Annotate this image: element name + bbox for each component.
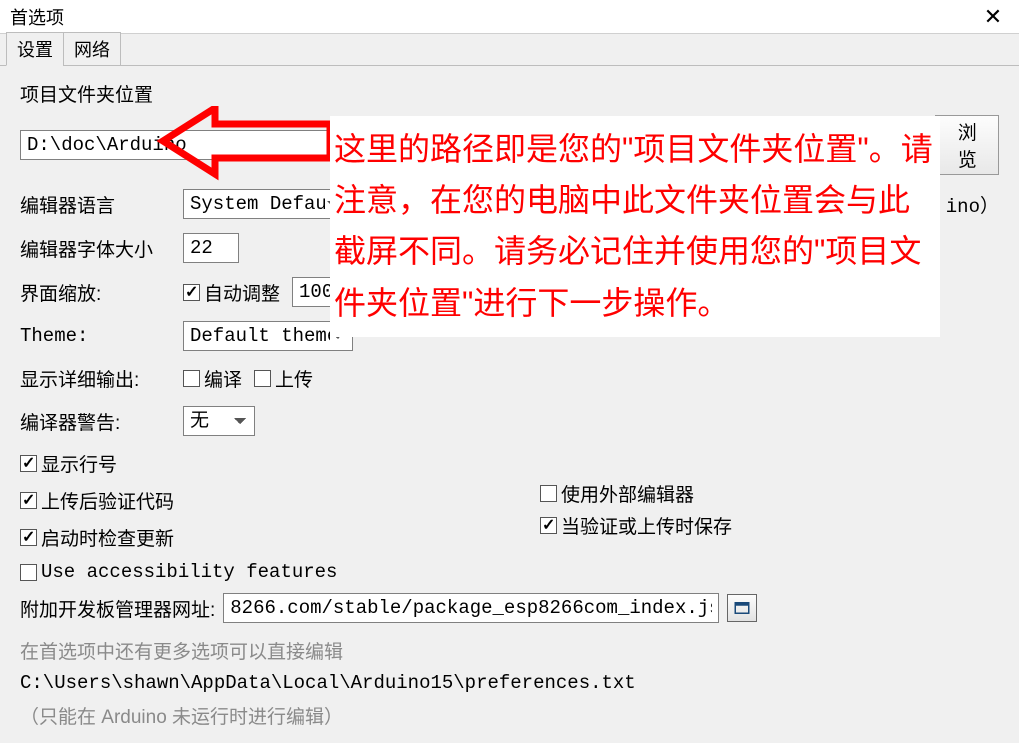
theme-row: Theme: Default theme — [20, 321, 999, 351]
accessibility-checkbox[interactable] — [20, 564, 37, 581]
upload-checkbox[interactable] — [254, 370, 271, 387]
external-editor-checkbox[interactable] — [540, 485, 557, 502]
interface-scale-row: 界面缩放: 自动调整 — [20, 277, 999, 307]
prefs-file-path[interactable]: C:\Users\shawn\AppData\Local\Arduino15\p… — [20, 672, 999, 694]
verbose-label: 显示详细输出: — [20, 365, 171, 392]
language-select[interactable]: System Default — [183, 189, 348, 219]
line-numbers-label: 显示行号 — [41, 450, 117, 477]
sketchbook-location-label: 项目文件夹位置 — [20, 80, 999, 107]
interface-scale-label: 界面缩放: — [20, 279, 171, 306]
external-editor-label: 使用外部编辑器 — [561, 480, 694, 507]
external-editor-checkbox-wrap[interactable]: 使用外部编辑器 — [540, 480, 694, 507]
check-updates-label: 启动时检查更新 — [41, 524, 174, 551]
font-size-row: 编辑器字体大小 — [20, 233, 999, 263]
browse-button[interactable]: 浏览 — [935, 115, 999, 175]
accessibility-checkbox-wrap[interactable]: Use accessibility features — [20, 561, 999, 583]
line-numbers-checkbox[interactable] — [20, 455, 37, 472]
close-icon[interactable]: ✕ — [971, 0, 1015, 34]
warnings-row: 编译器警告: 无 — [20, 406, 999, 436]
compile-label: 编译 — [204, 365, 242, 392]
check-updates-checkbox-wrap[interactable]: 启动时检查更新 — [20, 524, 999, 551]
compile-checkbox-wrap[interactable]: 编译 — [183, 365, 242, 392]
tab-network[interactable]: 网络 — [63, 32, 121, 66]
save-on-verify-checkbox-wrap[interactable]: 当验证或上传时保存 — [540, 512, 732, 539]
check-updates-checkbox[interactable] — [20, 529, 37, 546]
restart-note: ino） — [946, 191, 999, 218]
verbose-row: 显示详细输出: 编译 上传 — [20, 365, 999, 392]
titlebar: 首选项 ✕ — [0, 0, 1019, 34]
tab-content: 项目文件夹位置 浏览 编辑器语言 System Default ino） 编辑器… — [0, 66, 1019, 743]
editor-language-label: 编辑器语言 — [20, 191, 171, 218]
font-size-label: 编辑器字体大小 — [20, 235, 171, 262]
editor-language-row: 编辑器语言 System Default ino） — [20, 189, 999, 219]
tab-settings[interactable]: 设置 — [6, 32, 64, 66]
save-on-verify-checkbox[interactable] — [540, 517, 557, 534]
upload-checkbox-wrap[interactable]: 上传 — [254, 365, 313, 392]
boards-url-row: 附加开发板管理器网址: — [20, 593, 999, 623]
window-title: 首选项 — [10, 4, 64, 30]
warnings-label: 编译器警告: — [20, 408, 171, 435]
scale-input[interactable] — [292, 277, 348, 307]
window-icon — [733, 599, 751, 617]
upload-label: 上传 — [275, 365, 313, 392]
auto-adjust-label: 自动调整 — [204, 279, 280, 306]
tabs: 设置 网络 — [0, 34, 1019, 66]
accessibility-label: Use accessibility features — [41, 561, 337, 583]
font-size-input[interactable] — [183, 233, 239, 263]
expand-urls-button[interactable] — [727, 594, 757, 622]
save-on-verify-label: 当验证或上传时保存 — [561, 512, 732, 539]
boards-url-label: 附加开发板管理器网址: — [20, 595, 215, 622]
more-prefs-note: 在首选项中还有更多选项可以直接编辑 — [20, 637, 999, 664]
theme-label: Theme: — [20, 325, 171, 347]
auto-adjust-checkbox-wrap[interactable]: 自动调整 — [183, 279, 280, 306]
warnings-select[interactable]: 无 — [183, 406, 255, 436]
edit-when-closed-note: （只能在 Arduino 未运行时进行编辑） — [20, 702, 999, 729]
sketchbook-path-row: 浏览 — [20, 115, 999, 175]
compile-checkbox[interactable] — [183, 370, 200, 387]
verify-upload-checkbox[interactable] — [20, 492, 37, 509]
theme-select[interactable]: Default theme — [183, 321, 353, 351]
boards-url-input[interactable] — [223, 593, 719, 623]
auto-adjust-checkbox[interactable] — [183, 284, 200, 301]
verify-upload-label: 上传后验证代码 — [41, 487, 174, 514]
line-numbers-checkbox-wrap[interactable]: 显示行号 — [20, 450, 999, 477]
options-list: 显示行号 上传后验证代码 使用外部编辑器 启动时检查更新 当验证或上传时保存 U… — [20, 450, 999, 583]
verify-upload-checkbox-wrap[interactable]: 上传后验证代码 — [20, 487, 999, 514]
sketchbook-path-input[interactable] — [20, 130, 915, 160]
